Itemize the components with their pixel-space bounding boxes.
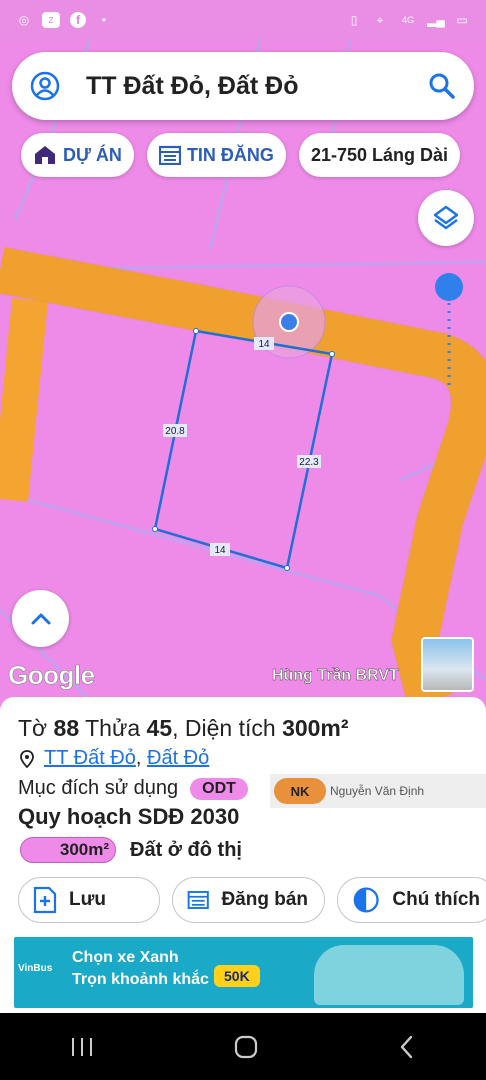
chip-label: 21-750 Láng Dài <box>310 144 448 165</box>
ad-brand: VinBus <box>18 963 53 974</box>
edge-label-left: 20.8 <box>165 426 185 437</box>
ad-banner-small[interactable]: NK Nguyễn Văn Định <box>270 774 486 808</box>
layers-icon <box>433 205 459 230</box>
expand-sheet-button[interactable] <box>12 590 69 647</box>
purpose-code-badge: ODT <box>190 777 248 800</box>
area-prefix: , Diện tích <box>172 715 276 741</box>
pin-icon <box>20 749 34 768</box>
status-bar: ◎ Z f • ▯ ⌖ 4G ▂▄ ▭ <box>0 0 486 40</box>
chip-du-an[interactable]: DỰ ÁN <box>21 133 134 177</box>
account-icon[interactable] <box>30 71 60 101</box>
opacity-slider-handle <box>435 273 463 301</box>
battery-saver-icon: ▯ <box>350 13 358 27</box>
post-listing-icon <box>187 891 209 909</box>
action-buttons: Lưu Đăng bán Chú thích <box>18 877 486 923</box>
chip-parcel[interactable]: 21-750 Láng Dài <box>298 133 460 177</box>
plot-number: 45 <box>146 715 173 741</box>
location-icon: ⌖ <box>376 12 384 27</box>
filter-chips: DỰ ÁN TIN ĐĂNG 21-750 Láng Dài <box>21 133 460 177</box>
home-icon[interactable] <box>233 1034 259 1060</box>
location-link-district[interactable]: Đất Đỏ <box>147 747 209 770</box>
search-title[interactable]: TT Đất Đỏ, Đất Đỏ <box>86 72 428 101</box>
google-logo: Google <box>8 660 96 691</box>
ad-name: Nguyễn Văn Định <box>330 784 425 798</box>
ad-text: Chọn xe Xanh Trọn khoảnh khắc <box>72 947 209 991</box>
dot-icon: • <box>101 13 107 27</box>
plot-prefix: Thửa <box>85 715 141 741</box>
land-purpose-row: Mục đích sử dụng ODT <box>18 777 248 800</box>
ad-car-image <box>314 945 464 1005</box>
my-location-dot <box>279 312 299 332</box>
chip-label: DỰ ÁN <box>63 144 122 165</box>
save-button[interactable]: Lưu <box>18 877 160 923</box>
area-value: 300m² <box>282 715 349 741</box>
back-icon[interactable] <box>397 1034 417 1060</box>
ad-price: 50K <box>214 965 260 987</box>
chip-label: TIN ĐĂNG <box>186 144 274 165</box>
ad-badge: NK <box>274 778 326 804</box>
plan-area-badge: 300m² <box>20 837 116 863</box>
search-icon[interactable] <box>428 72 456 100</box>
system-nav-bar <box>0 1013 486 1080</box>
edge-label-top: 14 <box>258 339 270 350</box>
parcel-title: Tờ 88 Thửa 45, Diện tích 300m² <box>18 715 349 742</box>
plan-row: 300m² Đất ở đô thị <box>20 837 242 863</box>
map-owner-label: Hùng Trần BRVT <box>272 667 399 684</box>
facebook-icon: f <box>70 12 86 28</box>
streetview-thumbnail[interactable] <box>421 637 474 692</box>
calendar-icon <box>158 145 181 165</box>
search-bar[interactable]: TT Đất Đỏ, Đất Đỏ <box>12 52 474 120</box>
post-listing-label: Đăng bán <box>221 889 308 910</box>
purpose-label: Mục đích sử dụng <box>18 777 179 799</box>
camera-icon: ◎ <box>18 13 30 27</box>
edge-label-bottom: 14 <box>214 545 226 556</box>
parcel-location: TT Đất Đỏ, Đất Đỏ <box>20 747 209 770</box>
save-plus-icon <box>33 886 57 914</box>
sheet-number: 88 <box>53 715 80 741</box>
edge-label-right: 22.3 <box>299 457 319 468</box>
ad-line1: Chọn xe Xanh <box>72 949 179 966</box>
ad-banner-bottom[interactable]: VinBus Chọn xe Xanh Trọn khoảnh khắc 50K <box>14 937 473 1008</box>
location-link-town[interactable]: TT Đất Đỏ <box>44 747 136 770</box>
layers-button[interactable] <box>418 190 474 246</box>
save-label: Lưu <box>69 889 106 910</box>
plan-label: Đất ở đô thị <box>130 838 242 861</box>
signal-icon: ▂▄ <box>427 13 445 27</box>
legend-label: Chú thích <box>392 889 480 910</box>
parcel-info-sheet: Tờ 88 Thửa 45, Diện tích 300m² TT Đất Đỏ… <box>0 697 486 1013</box>
network-4g-icon: 4G <box>401 15 414 25</box>
legend-contrast-icon <box>353 887 379 913</box>
chevron-up-icon <box>31 613 50 624</box>
plan-title: Quy hoạch SDĐ 2030 <box>18 804 240 829</box>
ad-line2: Trọn khoảnh khắc <box>72 971 209 988</box>
chip-tin-dang[interactable]: TIN ĐĂNG <box>146 133 286 177</box>
legend-button[interactable]: Chú thích <box>337 877 486 923</box>
battery-icon: ▭ <box>456 13 468 27</box>
house-icon <box>35 146 55 164</box>
post-listing-button[interactable]: Đăng bán <box>172 877 325 923</box>
zalo-icon: Z <box>42 12 60 28</box>
recent-apps-icon[interactable] <box>69 1036 95 1058</box>
sheet-prefix: Tờ <box>18 715 48 741</box>
location-separator: , <box>135 747 142 769</box>
